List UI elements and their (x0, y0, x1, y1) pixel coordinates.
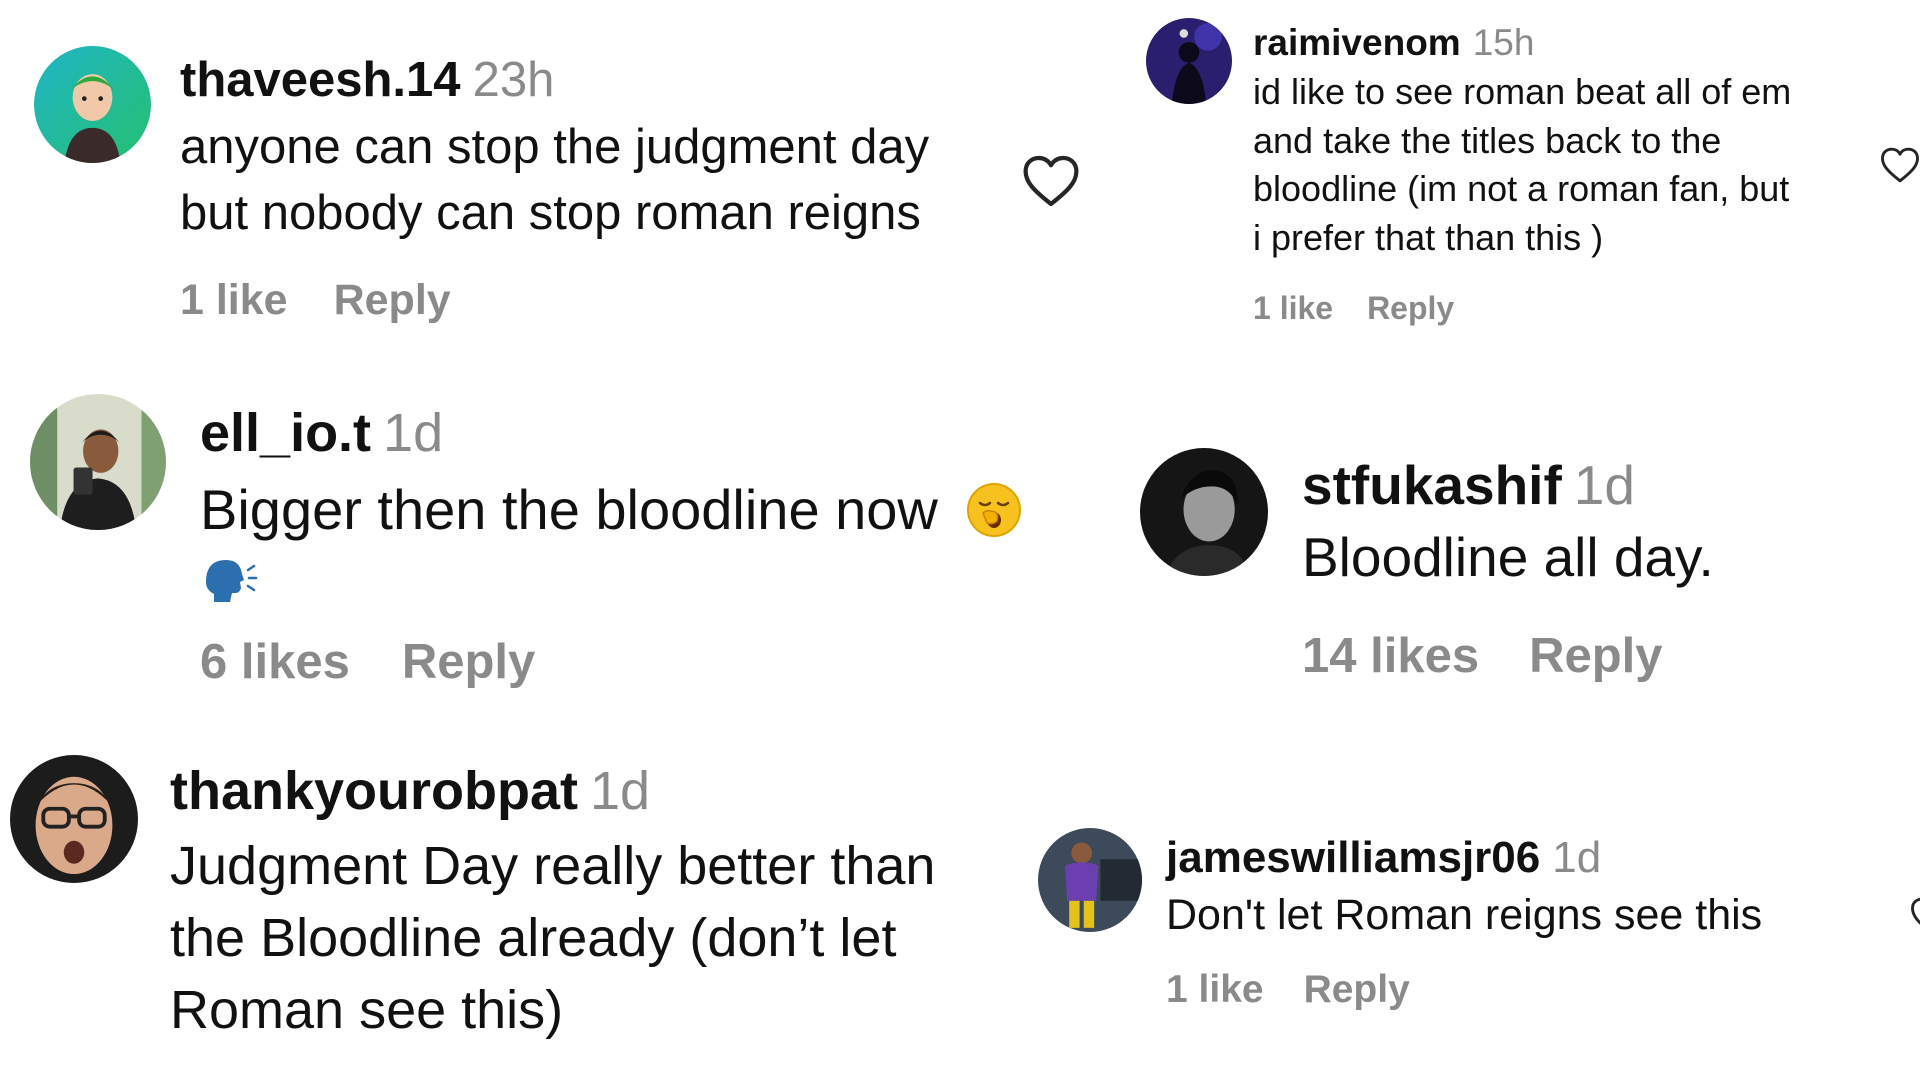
comment-text-line: Roman see this) (170, 980, 564, 1040)
speaking-head-emoji-icon (206, 560, 258, 602)
comment-actions: 1 like Reply (180, 276, 1010, 325)
like-count[interactable]: 1 like (1253, 290, 1333, 327)
comment-text: anyone can stop the judgment day but nob… (180, 114, 1010, 246)
heart-icon[interactable] (1880, 146, 1920, 184)
comment-actions: 1 like Reply (1253, 290, 1873, 327)
comment-text: Judgment Day really better than the Bloo… (170, 830, 1010, 1046)
emoji-line (200, 552, 1100, 608)
comment-text-line: Bigger then the bloodline now (200, 478, 938, 541)
comment-actions: 14 likes Reply (1302, 628, 1902, 684)
timestamp: 1d (383, 403, 444, 463)
username[interactable]: stfukashif (1302, 454, 1562, 516)
username[interactable]: thaveesh.14 (180, 53, 461, 107)
heart-icon[interactable] (1910, 895, 1920, 935)
comment-body: raimivenom 15h id like to see roman beat … (1253, 18, 1873, 327)
username[interactable]: raimivenom (1253, 22, 1461, 63)
comment-header: raimivenom 15h (1253, 18, 1873, 68)
comment-header: ell_io.t 1d (200, 398, 1100, 468)
comment-text-line: anyone can stop the judgment day (180, 120, 930, 174)
username[interactable]: ell_io.t (200, 403, 371, 463)
timestamp: 1d (590, 761, 651, 821)
reply-button[interactable]: Reply (402, 634, 535, 690)
black-and-white-portrait-avatar-icon (1140, 448, 1268, 576)
comment-text-line: i prefer that than this ) (1253, 216, 1604, 258)
like-count[interactable]: 1 like (180, 276, 288, 325)
avatar[interactable] (1140, 448, 1268, 576)
cartoon-avatar-green-cap-icon (34, 46, 151, 163)
comment-text-line: id like to see roman beat all of em (1253, 71, 1792, 112)
avatar[interactable] (30, 394, 166, 530)
comment-text: id like to see roman beat all of em and … (1253, 68, 1873, 262)
timestamp: 1d (1552, 833, 1602, 882)
reply-button[interactable]: Reply (334, 276, 451, 325)
comment-header: stfukashif 1d (1302, 450, 1902, 520)
like-count[interactable]: 1 like (1166, 968, 1264, 1012)
comment-body: thaveesh.14 23h anyone can stop the judgm… (180, 48, 1010, 325)
reply-button[interactable]: Reply (1529, 628, 1662, 684)
selfie-photo-avatar-icon (30, 394, 166, 530)
avatar[interactable] (1038, 828, 1142, 932)
timestamp: 1d (1573, 454, 1635, 516)
comment-header: thankyourobpat 1d (170, 756, 1010, 826)
avatar[interactable] (34, 46, 151, 163)
avatar[interactable] (10, 755, 138, 883)
comment-text-line: and take the titles back to the (1253, 119, 1722, 161)
comment-header: jameswilliamsjr06 1d (1166, 830, 1906, 886)
comment-body: jameswilliamsjr06 1d Don't let Roman reig… (1166, 830, 1906, 1012)
username[interactable]: jameswilliamsjr06 (1166, 833, 1540, 882)
like-count[interactable]: 6 likes (200, 634, 350, 690)
purple-outfit-person-avatar-icon (1038, 828, 1142, 932)
comment-header: thaveesh.14 23h (180, 48, 1010, 112)
timestamp: 15h (1472, 22, 1535, 63)
dark-purple-figure-avatar-icon (1146, 18, 1232, 104)
avatar[interactable] (1146, 18, 1232, 104)
comment-text: Bigger then the bloodline now (200, 472, 1100, 548)
comment-body: thankyourobpat 1d Judgment Day really bet… (170, 756, 1010, 1046)
comment-text: Don't let Roman reigns see this (1166, 891, 1763, 939)
comment-actions: 1 like Reply (1166, 968, 1906, 1012)
glasses-face-avatar-icon (10, 755, 138, 883)
comment-text: Bloodline all day. (1302, 526, 1714, 588)
reply-button[interactable]: Reply (1304, 968, 1410, 1012)
yawning-face-emoji-icon (967, 483, 1022, 537)
comment-text-line: but nobody can stop roman reigns (180, 186, 921, 240)
comment-body: stfukashif 1d Bloodline all day. 14 likes… (1302, 450, 1902, 684)
comment-actions: 6 likes Reply (200, 634, 1100, 690)
heart-icon[interactable] (1022, 154, 1080, 208)
comment-text-line: bloodline (im not a roman fan, but (1253, 168, 1790, 209)
comment-text-line: the Bloodline already (don’t let (170, 908, 897, 968)
comment-body: ell_io.t 1d Bigger then the bloodline now (200, 398, 1100, 690)
comment-text-line: Judgment Day really better than (170, 836, 936, 896)
reply-button[interactable]: Reply (1367, 290, 1454, 327)
like-count[interactable]: 14 likes (1302, 628, 1479, 684)
timestamp: 23h (472, 53, 555, 107)
username[interactable]: thankyourobpat (170, 761, 578, 821)
